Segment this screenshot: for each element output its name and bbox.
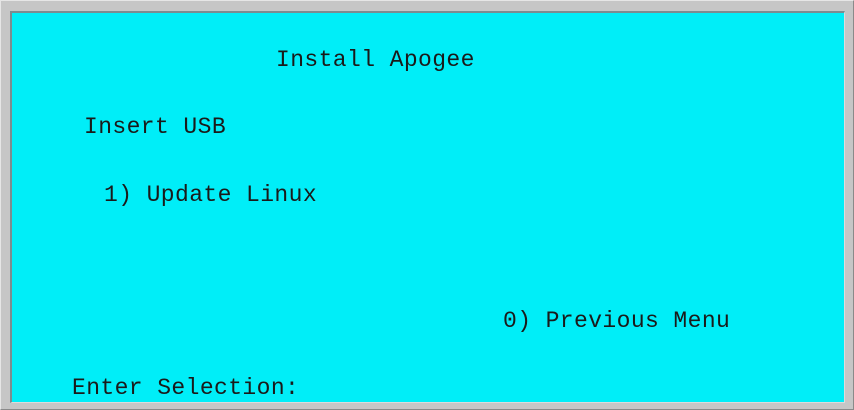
page-title: Install Apogee [276, 47, 475, 73]
menu-option-previous-menu[interactable]: 0) Previous Menu [503, 310, 730, 333]
insert-usb-instruction: Insert USB [84, 114, 227, 140]
terminal-screen: Install Apogee Insert USB 1) Update Linu… [10, 11, 845, 403]
enter-selection-prompt[interactable]: Enter Selection: [72, 377, 299, 400]
window-frame: Install Apogee Insert USB 1) Update Linu… [0, 0, 854, 410]
menu-option-update-linux[interactable]: 1) Update Linux [104, 184, 317, 207]
